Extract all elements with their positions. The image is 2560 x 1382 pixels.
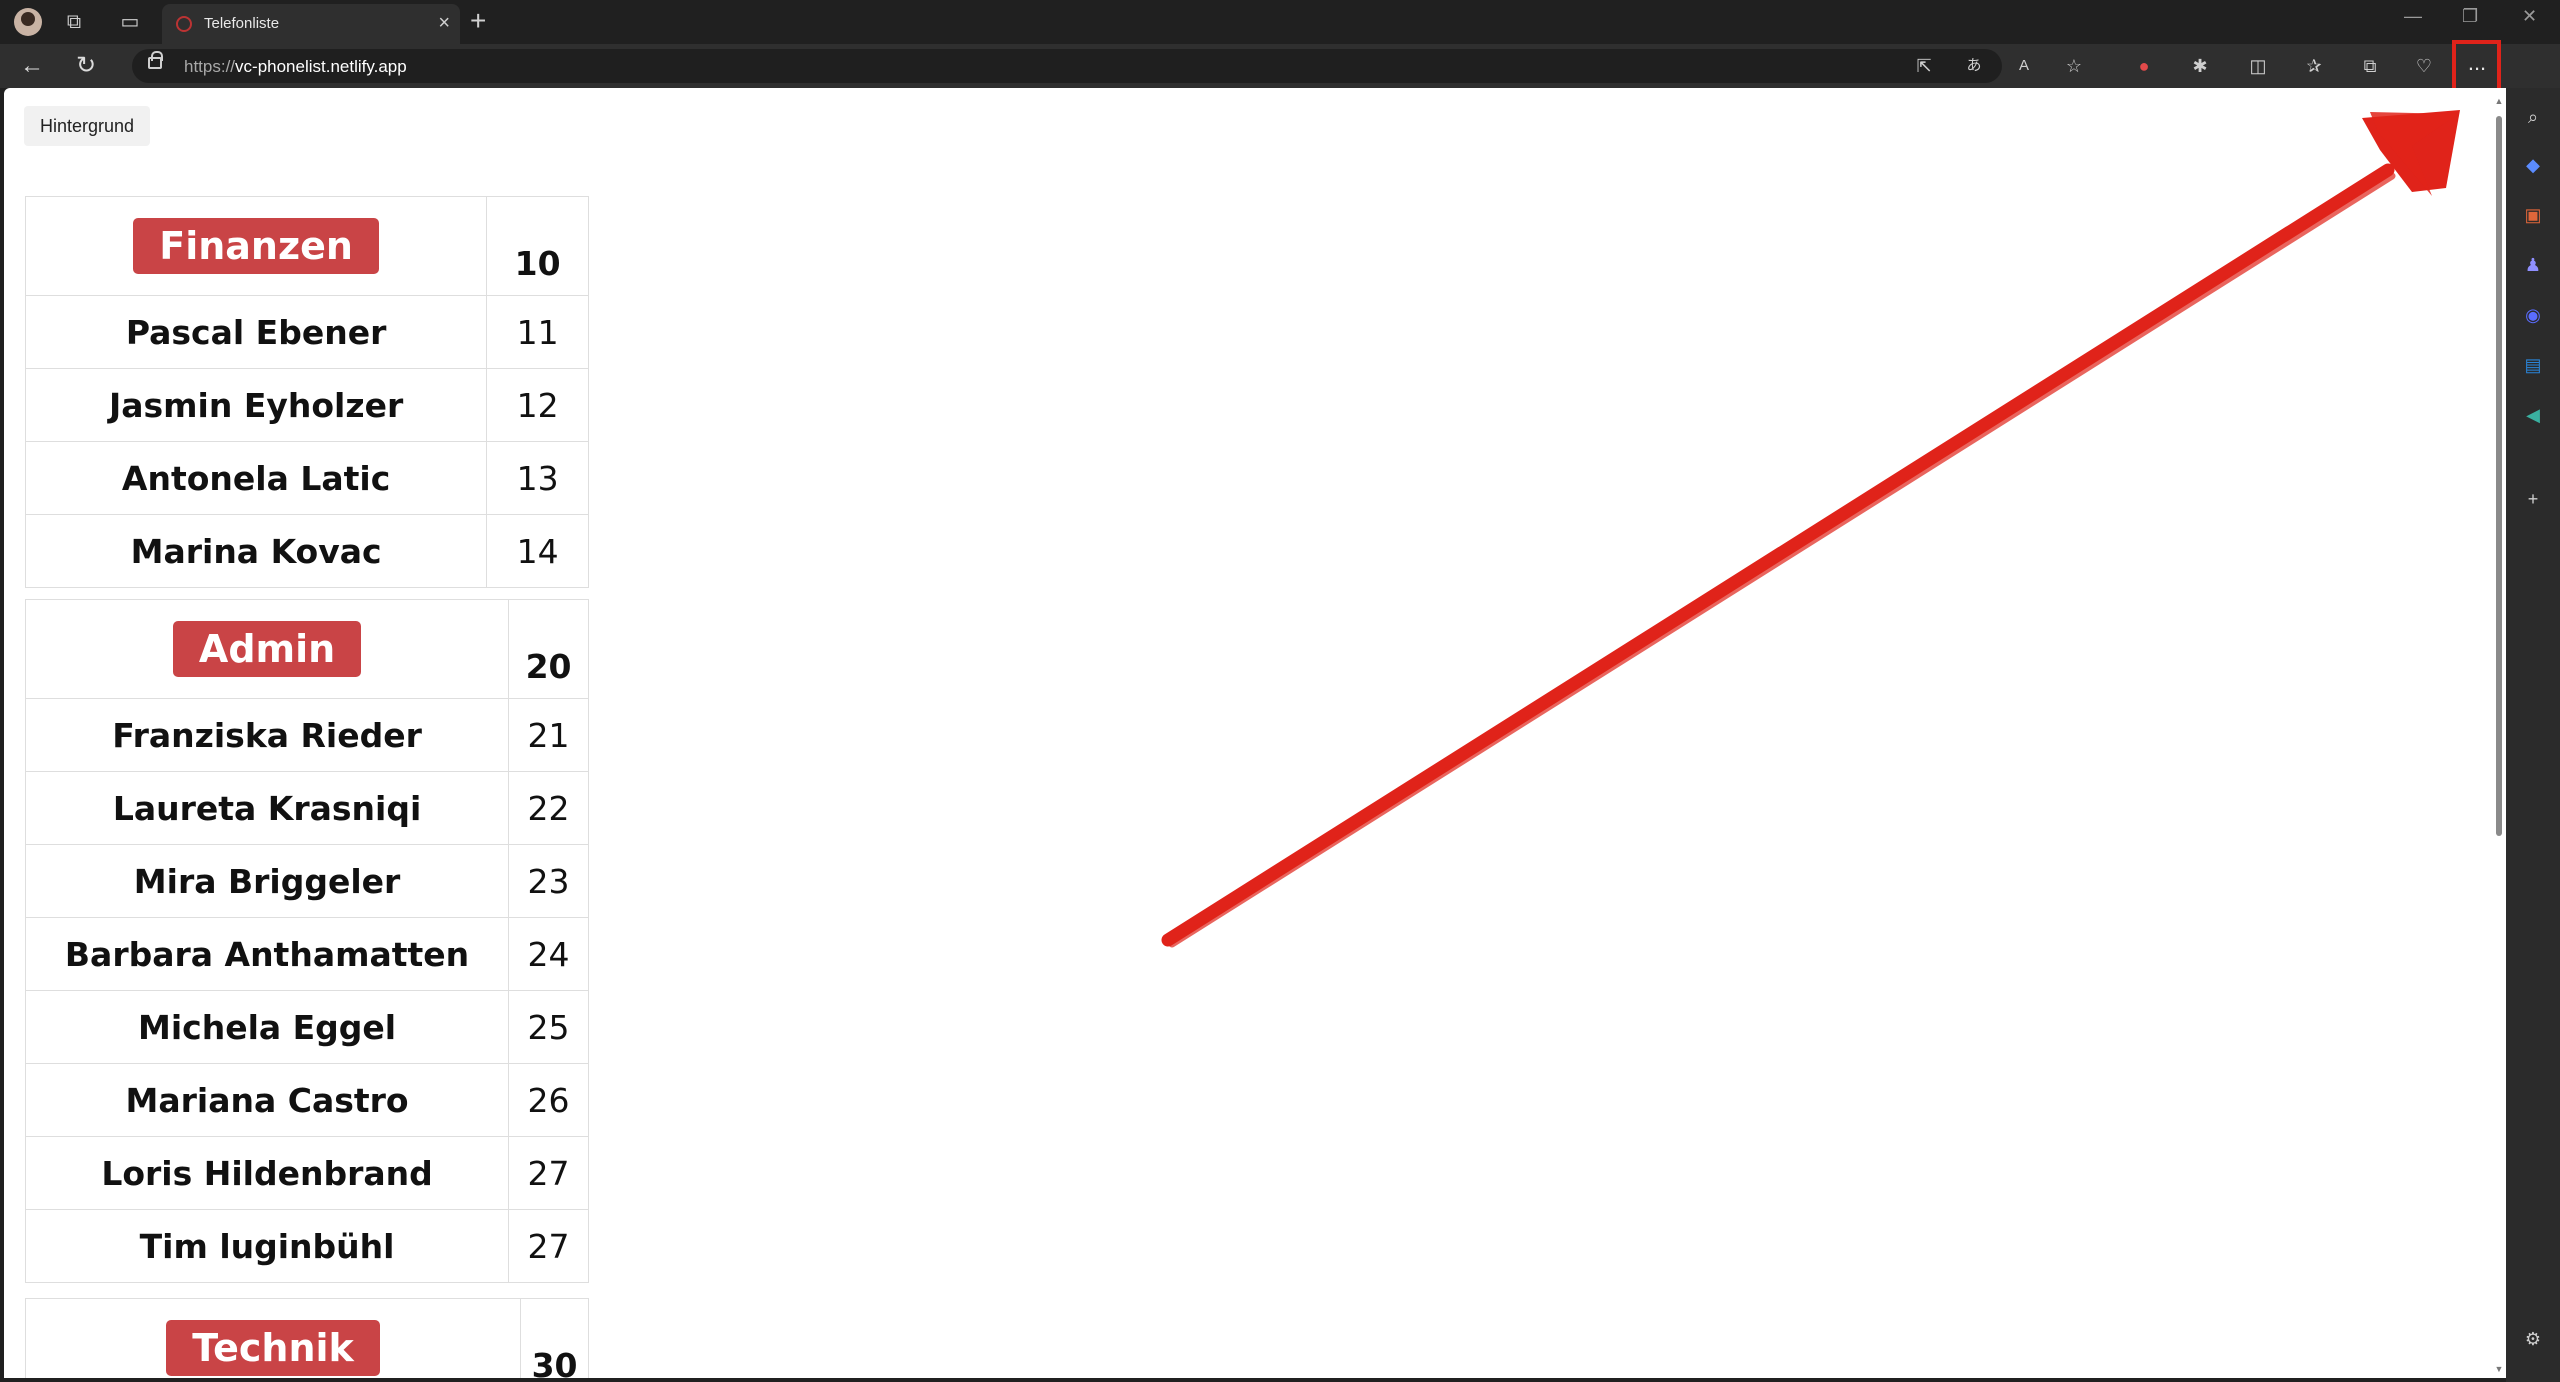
drop-icon[interactable]: ◀: [2520, 402, 2546, 428]
favorite-star-icon[interactable]: ☆: [2062, 56, 2086, 76]
department-cell: Technik: [24, 1298, 522, 1378]
address-bar[interactable]: https://vc-phonelist.netlify.app ⇱ あ A ☆: [132, 49, 2082, 83]
collections-icon[interactable]: ⧉: [2358, 56, 2382, 76]
member-extension: 24: [508, 917, 589, 991]
table-row: Marina Kovac 14: [24, 514, 589, 588]
extensions-icon[interactable]: ✱: [2188, 56, 2212, 76]
active-tab[interactable]: Telefonliste ×: [162, 4, 460, 44]
new-tab-icon[interactable]: +: [470, 6, 486, 36]
member-extension: 22: [508, 771, 589, 845]
table-row: Barbara Anthamatten 24: [24, 917, 589, 991]
department-table-admin: Admin 20 Franziska Rieder 21 Laureta Kras…: [24, 599, 589, 1283]
sidebar-settings-gear-icon[interactable]: ⚙: [2520, 1326, 2546, 1352]
edge-sidebar: ⌕ ◆ ▣ ♟ ◉ ▤ ◀ + ⚙: [2506, 88, 2560, 1382]
member-name: Marina Kovac: [24, 514, 488, 588]
scrollbar-thumb[interactable]: [2496, 116, 2502, 836]
table-row: Tim luginbühl 27: [24, 1209, 589, 1283]
highlight-box: [2452, 40, 2501, 92]
table-row: Loris Hildenbrand 27: [24, 1136, 589, 1210]
department-header-row: Finanzen 10: [24, 196, 589, 296]
split-screen-icon[interactable]: ◫: [2246, 56, 2270, 76]
page-viewport: Hintergrund Finanzen 10 Pascal Ebener 11 …: [4, 88, 2506, 1378]
member-extension: 23: [508, 844, 589, 918]
lock-icon[interactable]: [148, 51, 163, 69]
member-extension: 25: [508, 990, 589, 1064]
tools-briefcase-icon[interactable]: ▣: [2520, 202, 2546, 228]
games-icon[interactable]: ♟: [2520, 252, 2546, 278]
department-table-finanzen: Finanzen 10 Pascal Ebener 11 Jasmin Eyhol…: [24, 196, 589, 588]
page-scrollbar[interactable]: ▲ ▼: [2494, 96, 2504, 1374]
member-name: Laureta Krasniqi: [24, 771, 510, 845]
member-name: Pascal Ebener: [24, 295, 488, 369]
background-button[interactable]: Hintergrund: [24, 106, 151, 146]
table-row: Franziska Rieder 21: [24, 698, 589, 772]
tab-bar: ⧉ ▭ Telefonliste × + — ❐ ✕: [0, 0, 2560, 44]
table-row: Michela Eggel 25: [24, 990, 589, 1064]
search-icon[interactable]: ⌕: [2520, 104, 2546, 130]
browser-toolbar: ← ↻ https://vc-phonelist.netlify.app ⇱ あ…: [0, 44, 2560, 122]
table-row: Antonela Latic 13: [24, 441, 589, 515]
table-row: Mira Briggeler 23: [24, 844, 589, 918]
department-badge: Technik: [166, 1320, 380, 1376]
site-favicon-icon: [176, 16, 192, 32]
tab-title: Telefonliste: [204, 15, 280, 32]
member-name: Franziska Rieder: [24, 698, 510, 772]
member-extension: 21: [508, 698, 589, 772]
extension-red-icon[interactable]: ●: [2132, 56, 2156, 76]
scroll-up-icon[interactable]: ▲: [2494, 96, 2504, 106]
member-extension: 27: [508, 1136, 589, 1210]
department-badge: Admin: [172, 621, 362, 677]
department-table-technik: Technik 30: [24, 1298, 589, 1378]
restore-icon[interactable]: ❐: [2462, 6, 2478, 27]
department-number: 20: [508, 599, 589, 699]
outlook-icon[interactable]: ▤: [2520, 352, 2546, 378]
browser-essentials-icon[interactable]: ♡: [2412, 56, 2436, 76]
member-name: Jasmin Eyholzer: [24, 368, 488, 442]
table-row: Laureta Krasniqi 22: [24, 771, 589, 845]
member-name: Michela Eggel: [24, 990, 510, 1064]
microsoft-365-icon[interactable]: ◉: [2520, 302, 2546, 328]
table-row: Pascal Ebener 11: [24, 295, 589, 369]
member-name: Antonela Latic: [24, 441, 488, 515]
member-name: Tim luginbühl: [24, 1209, 510, 1283]
member-extension: 13: [486, 441, 589, 515]
vertical-tabs-icon[interactable]: ▭: [116, 8, 144, 36]
url-protocol: https://: [184, 57, 236, 76]
table-row: Mariana Castro 26: [24, 1063, 589, 1137]
department-header-row: Technik 30: [24, 1298, 589, 1378]
member-name: Loris Hildenbrand: [24, 1136, 510, 1210]
workspaces-icon[interactable]: ⧉: [60, 8, 88, 36]
read-aloud-icon[interactable]: A: [2012, 56, 2036, 76]
favorites-icon[interactable]: ✰: [2302, 56, 2326, 76]
member-name: Mariana Castro: [24, 1063, 510, 1137]
department-header-row: Admin 20: [24, 599, 589, 699]
member-extension: 11: [486, 295, 589, 369]
department-cell: Finanzen: [24, 196, 488, 296]
member-extension: 26: [508, 1063, 589, 1137]
back-icon[interactable]: ←: [20, 52, 44, 80]
close-tab-icon[interactable]: ×: [438, 12, 450, 35]
member-name: Barbara Anthamatten: [24, 917, 510, 991]
refresh-icon[interactable]: ↻: [76, 52, 96, 80]
member-extension: 12: [486, 368, 589, 442]
minimize-icon[interactable]: —: [2404, 6, 2422, 27]
department-number: 30: [520, 1298, 589, 1378]
shopping-tag-icon[interactable]: ◆: [2520, 152, 2546, 178]
url-host: vc-phonelist.netlify.app: [235, 57, 407, 76]
member-extension: 27: [508, 1209, 589, 1283]
open-in-app-icon[interactable]: ⇱: [1912, 56, 1936, 76]
profile-avatar[interactable]: [14, 8, 42, 36]
department-badge: Finanzen: [133, 218, 379, 274]
scroll-down-icon[interactable]: ▼: [2494, 1364, 2504, 1374]
add-sidebar-app-icon[interactable]: +: [2520, 486, 2546, 512]
translate-icon[interactable]: あ: [1962, 56, 1986, 76]
department-number: 10: [486, 196, 589, 296]
close-window-icon[interactable]: ✕: [2522, 6, 2537, 27]
member-extension: 14: [486, 514, 589, 588]
table-row: Jasmin Eyholzer 12: [24, 368, 589, 442]
member-name: Mira Briggeler: [24, 844, 510, 918]
department-cell: Admin: [24, 599, 510, 699]
url-text: https://vc-phonelist.netlify.app: [184, 57, 407, 77]
